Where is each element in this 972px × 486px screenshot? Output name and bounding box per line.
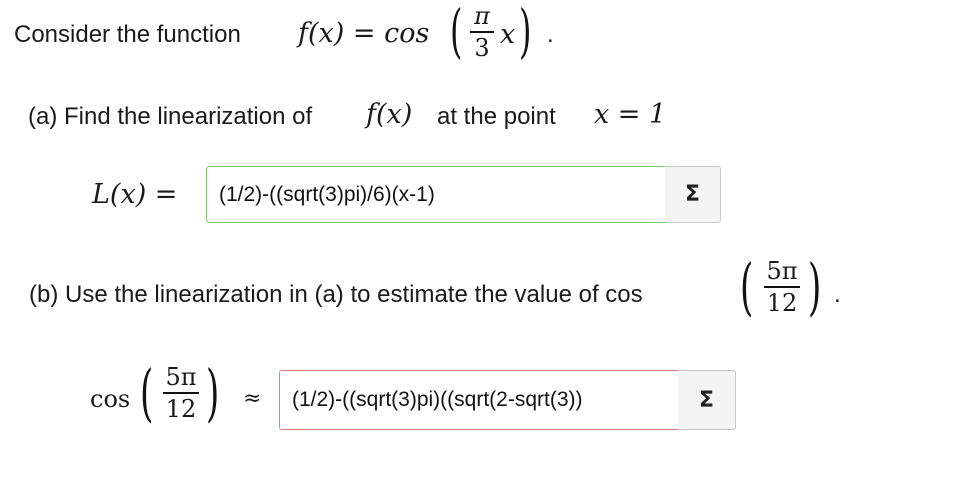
b-right-paren: ) bbox=[808, 250, 822, 323]
intro-function: f(x) = cos bbox=[298, 18, 430, 49]
part-a-point: x = 1 bbox=[594, 99, 667, 130]
estimate-input[interactable]: (1/2)-((sqrt(3)pi)((sqrt(2-sqrt(3)) bbox=[279, 370, 679, 430]
est-left-paren: ( bbox=[140, 356, 154, 429]
part-a-func: f(x) bbox=[366, 99, 413, 130]
part-b-fraction: 5π 12 bbox=[764, 259, 800, 315]
intro-var: x bbox=[500, 19, 516, 50]
right-paren: ) bbox=[519, 0, 532, 65]
part-a-at-text: at the point bbox=[437, 103, 556, 130]
estimate-fraction: 5π 12 bbox=[163, 365, 199, 421]
approx-symbol: ≈ bbox=[243, 386, 262, 411]
intro-text: Consider the function bbox=[14, 21, 241, 48]
part-a-text: (a) Find the linearization of bbox=[28, 103, 313, 130]
left-paren: ( bbox=[450, 0, 463, 65]
estimate-cos: cos bbox=[90, 385, 131, 413]
linearization-input[interactable]: (1/2)-((sqrt(3)pi)/6)(x-1) bbox=[206, 166, 666, 223]
sigma-button-b[interactable]: Σ bbox=[678, 370, 736, 430]
linearization-label: L(x) = bbox=[92, 179, 178, 210]
sigma-button-a[interactable]: Σ bbox=[665, 166, 721, 223]
part-b-period: . bbox=[834, 281, 841, 308]
intro-fraction: π 3 bbox=[470, 4, 494, 60]
part-b-text: (b) Use the linearization in (a) to esti… bbox=[29, 281, 643, 308]
est-right-paren: ) bbox=[206, 356, 220, 429]
b-left-paren: ( bbox=[740, 250, 754, 323]
intro-period: . bbox=[547, 21, 554, 48]
